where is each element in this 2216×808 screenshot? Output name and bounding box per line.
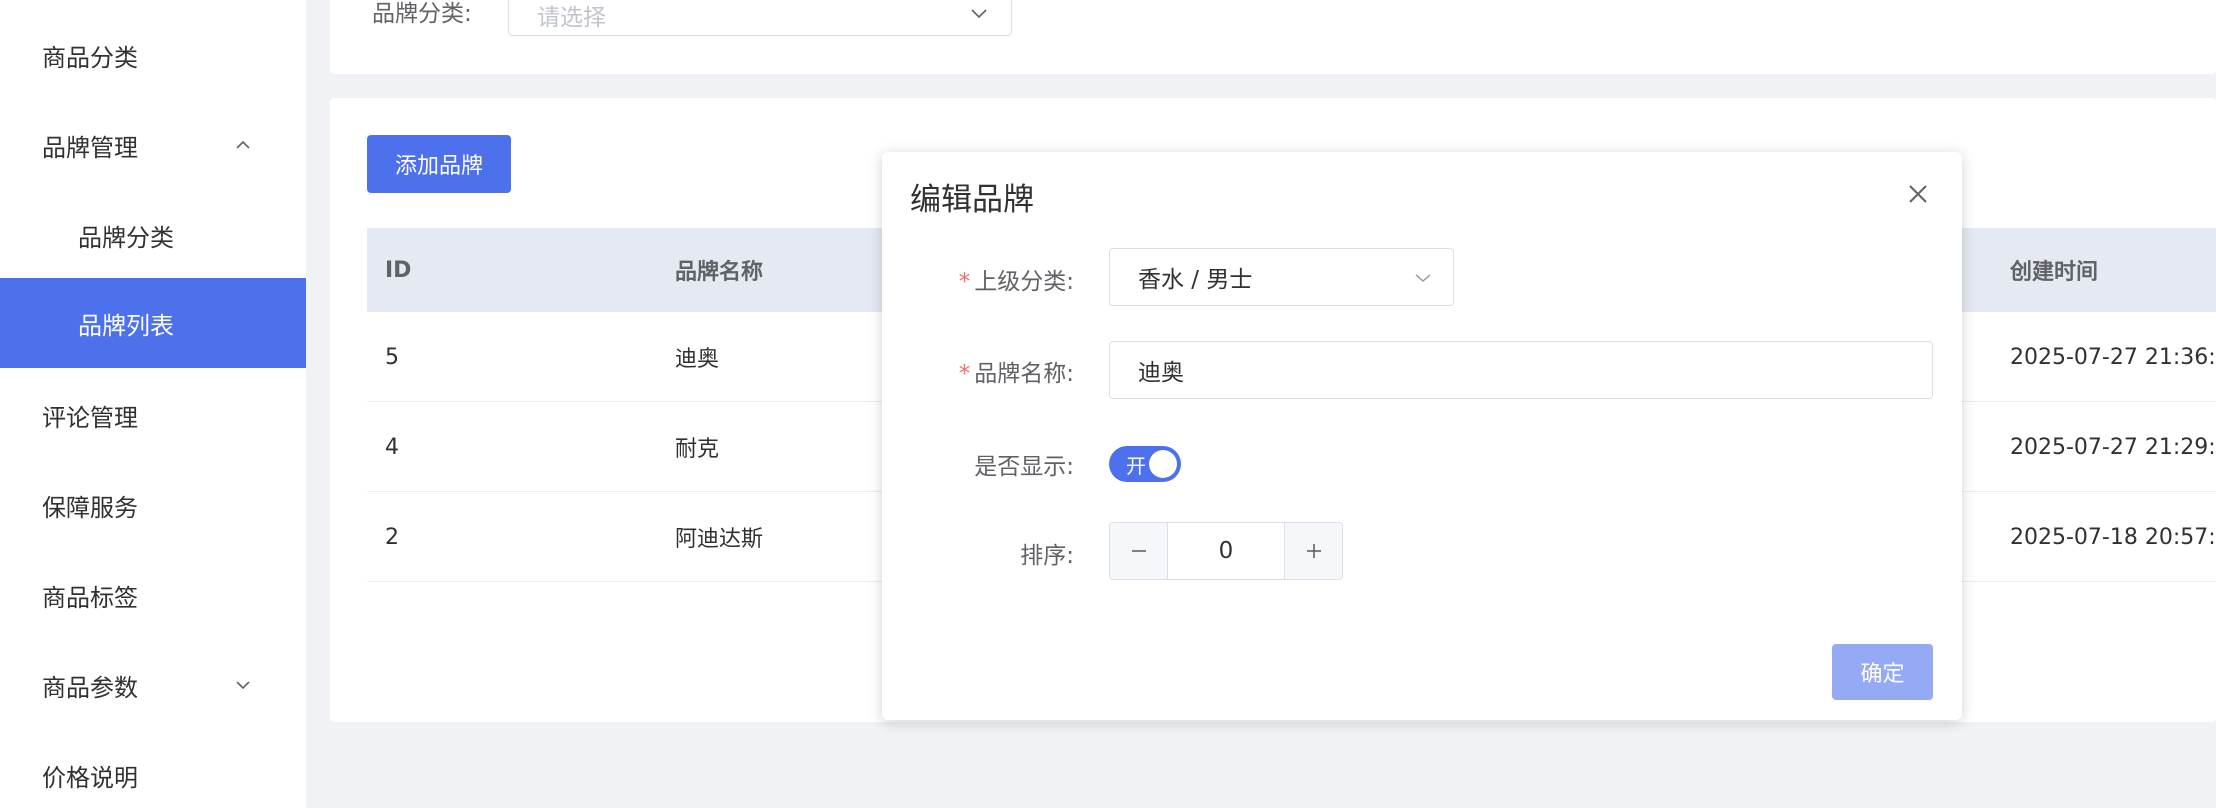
sidebar-item-label: 商品参数 [42,673,138,702]
sidebar-item-label: 价格说明 [42,763,138,792]
sidebar-item-guarantee-service[interactable]: 保障服务 [0,460,306,550]
sidebar-item-product-tags[interactable]: 商品标签 [0,550,306,640]
sidebar: 商品分类 品牌管理 品牌分类 品牌列表 评论管理 保障服务 商品标签 商品参数 … [0,0,306,808]
cell-id: 5 [385,344,399,370]
sort-stepper: 0 [1109,522,1343,580]
sidebar-item-label: 评论管理 [42,403,138,432]
column-header-id: ID [385,257,412,283]
column-header-brand-name: 品牌名称 [675,260,764,285]
plus-icon [1306,544,1321,558]
close-icon[interactable] [1906,182,1930,206]
sort-label: 排序: [1020,543,1074,569]
chevron-down-icon [971,9,987,19]
sidebar-item-price-description[interactable]: 价格说明 [0,730,306,808]
sidebar-item-product-params[interactable]: 商品参数 [0,640,306,730]
cell-brand-name: 耐克 [675,437,720,462]
filter-placeholder: 请选择 [537,5,606,31]
cell-created-time: 2025-07-27 21:29:3 [2010,434,2216,460]
increment-button[interactable] [1284,523,1342,579]
cell-brand-name: 阿迪达斯 [675,527,764,552]
chevron-up-icon [236,140,250,149]
minus-icon [1131,550,1146,552]
chevron-down-icon [1415,274,1431,282]
sidebar-item-label: 品牌管理 [42,133,138,162]
sidebar-item-label: 商品分类 [42,43,138,72]
add-brand-button[interactable]: 添加品牌 [367,135,511,193]
required-mark: * [958,361,971,387]
decrement-button[interactable] [1110,523,1168,579]
switch-on-text: 开 [1126,454,1146,478]
brand-name-input[interactable] [1109,341,1933,399]
required-mark: * [958,269,971,295]
sidebar-item-review-management[interactable]: 评论管理 [0,370,306,460]
sidebar-item-brand-list[interactable]: 品牌列表 [0,278,306,368]
cell-brand-name: 迪奥 [675,347,720,372]
sidebar-item-label: 保障服务 [42,493,138,522]
parent-category-label-text: 上级分类: [974,269,1074,295]
brand-category-filter-select[interactable]: 请选择 [508,0,1012,36]
cell-created-time: 2025-07-27 21:36:4 [2010,344,2216,370]
sidebar-item-brand-category[interactable]: 品牌分类 [0,190,306,280]
chevron-down-icon [236,681,250,690]
confirm-button[interactable]: 确定 [1832,644,1933,700]
sidebar-item-label: 品牌分类 [78,223,174,252]
switch-knob [1149,450,1177,478]
parent-category-select[interactable]: 香水 / 男士 [1109,248,1454,306]
sort-value-input[interactable]: 0 [1168,523,1284,579]
cell-id: 4 [385,434,399,460]
brand-name-label: * 品牌名称: [874,354,1074,388]
sidebar-item-product-category[interactable]: 商品分类 [0,10,306,100]
cell-id: 2 [385,524,399,550]
show-label: 是否显示: [974,454,1074,480]
brand-name-label-text: 品牌名称: [974,361,1074,387]
parent-category-value: 香水 / 男士 [1138,267,1253,293]
column-header-created-time: 创建时间 [2010,260,2099,285]
cell-created-time: 2025-07-18 20:57:3 [2010,524,2216,550]
sidebar-item-brand-management[interactable]: 品牌管理 [0,100,306,190]
show-toggle-switch[interactable]: 开 [1109,446,1181,482]
sidebar-item-label: 商品标签 [42,583,138,612]
parent-category-label: * 上级分类: [874,262,1074,296]
sidebar-item-label: 品牌列表 [78,311,174,340]
dialog-title: 编辑品牌 [910,182,1034,218]
edit-brand-dialog [882,152,1962,720]
brand-category-filter-label: 品牌分类: [372,1,472,27]
